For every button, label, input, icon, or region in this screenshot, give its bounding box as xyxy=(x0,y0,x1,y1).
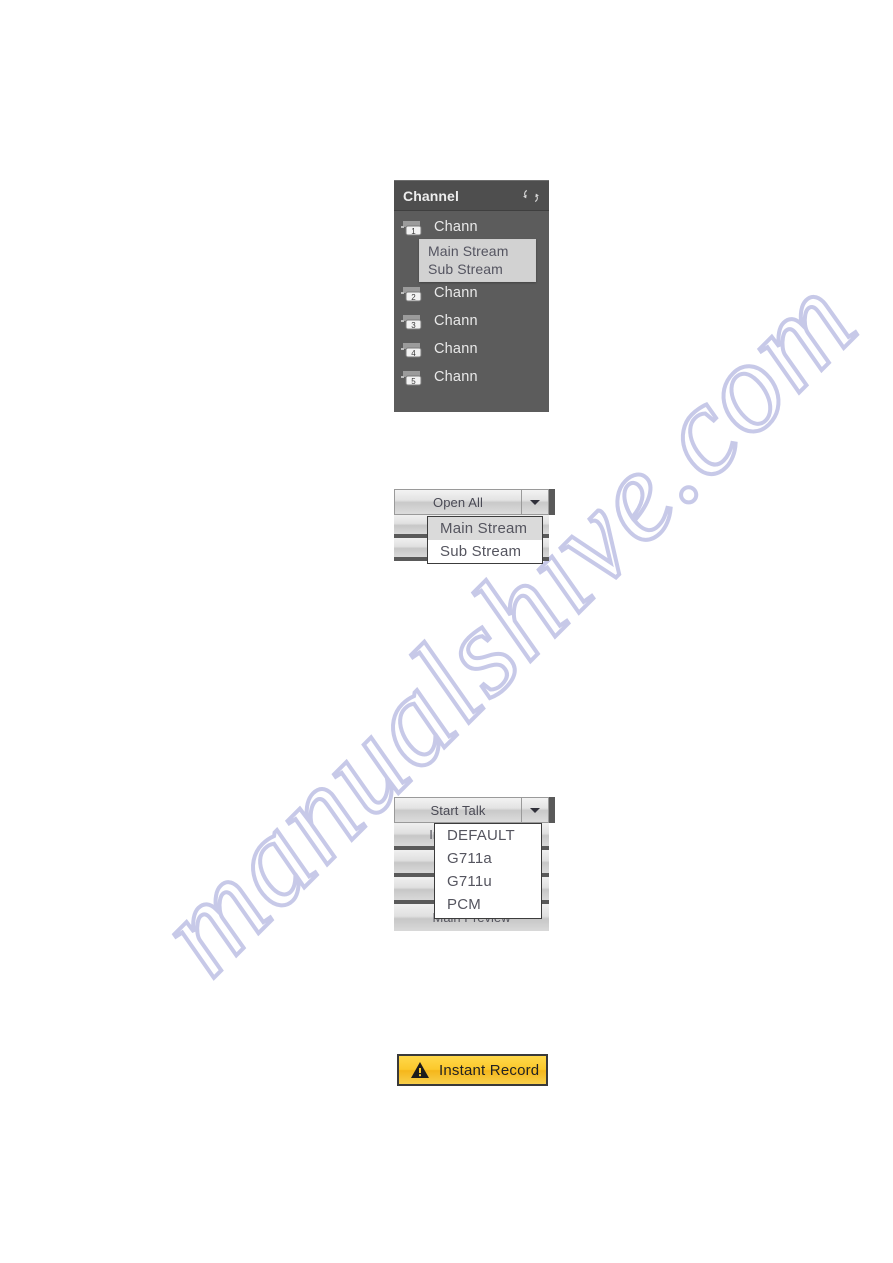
channel-item-label: Chann xyxy=(434,285,478,301)
channel-stream-submenu: Main Stream Sub Stream xyxy=(419,239,536,282)
start-talk-button[interactable]: Start Talk xyxy=(394,797,521,823)
open-all-dropdown-menu: Main Stream Sub Stream xyxy=(427,516,543,564)
widget-edge-strip xyxy=(549,489,555,515)
channel-item-label: Chann xyxy=(434,219,478,235)
refresh-icon[interactable] xyxy=(522,187,540,205)
instant-record-label: Instant Record xyxy=(439,1061,540,1079)
channel-item-label: Chann xyxy=(434,313,478,329)
svg-text:1: 1 xyxy=(411,227,416,236)
submenu-option-sub-stream[interactable]: Sub Stream xyxy=(420,260,535,278)
widget-edge-strip xyxy=(549,797,555,823)
menu-option-sub-stream[interactable]: Sub Stream xyxy=(428,540,542,563)
open-all-button[interactable]: Open All xyxy=(394,489,521,515)
channel-item-label: Chann xyxy=(434,369,478,385)
camera-icon: 4 xyxy=(401,341,425,358)
channel-panel-header: Channel xyxy=(394,181,549,211)
svg-text:5: 5 xyxy=(411,377,416,386)
channel-list-item[interactable]: 1 Chann xyxy=(394,213,549,241)
camera-icon: 1 xyxy=(401,219,425,236)
start-talk-dropdown-menu: DEFAULT G711a G711u PCM xyxy=(434,823,542,919)
svg-text:3: 3 xyxy=(411,321,416,330)
channel-list-item[interactable]: 4 Chann xyxy=(394,335,549,363)
menu-option-g711u[interactable]: G711u xyxy=(435,870,541,893)
channel-list-item[interactable]: 2 Chann xyxy=(394,279,549,307)
open-all-split-button[interactable]: Open All xyxy=(394,489,555,515)
camera-icon: 3 xyxy=(401,313,425,330)
svg-text:4: 4 xyxy=(411,349,416,358)
start-talk-widget: Instant Record Main Preview Start Talk D… xyxy=(394,797,555,945)
channel-list-item[interactable]: 3 Chann xyxy=(394,307,549,335)
channel-list: 1 Chann Main Stream Sub Stream 2 Chann 3… xyxy=(394,211,549,391)
start-talk-split-button[interactable]: Start Talk xyxy=(394,797,555,823)
chevron-down-icon xyxy=(530,499,540,505)
camera-icon: 2 xyxy=(401,285,425,302)
channel-item-label: Chann xyxy=(434,341,478,357)
chevron-down-icon xyxy=(530,807,540,813)
menu-option-main-stream[interactable]: Main Stream xyxy=(428,517,542,540)
open-all-widget: Start Talk Instant Record Open All Main … xyxy=(394,489,555,573)
camera-icon: 5 xyxy=(401,369,425,386)
menu-option-pcm[interactable]: PCM xyxy=(435,893,541,916)
svg-text:2: 2 xyxy=(411,293,416,302)
instant-record-button[interactable]: Instant Record xyxy=(397,1054,548,1086)
start-talk-dropdown-toggle[interactable] xyxy=(521,797,549,823)
channel-list-item[interactable]: 5 Chann xyxy=(394,363,549,391)
menu-option-default[interactable]: DEFAULT xyxy=(435,824,541,847)
open-all-dropdown-toggle[interactable] xyxy=(521,489,549,515)
channel-panel: Channel 1 Chann Main Stream Sub Stream 2… xyxy=(394,180,549,412)
warning-triangle-icon xyxy=(410,1061,430,1079)
submenu-option-main-stream[interactable]: Main Stream xyxy=(420,242,535,260)
menu-option-g711a[interactable]: G711a xyxy=(435,847,541,870)
channel-panel-title: Channel xyxy=(403,187,459,204)
